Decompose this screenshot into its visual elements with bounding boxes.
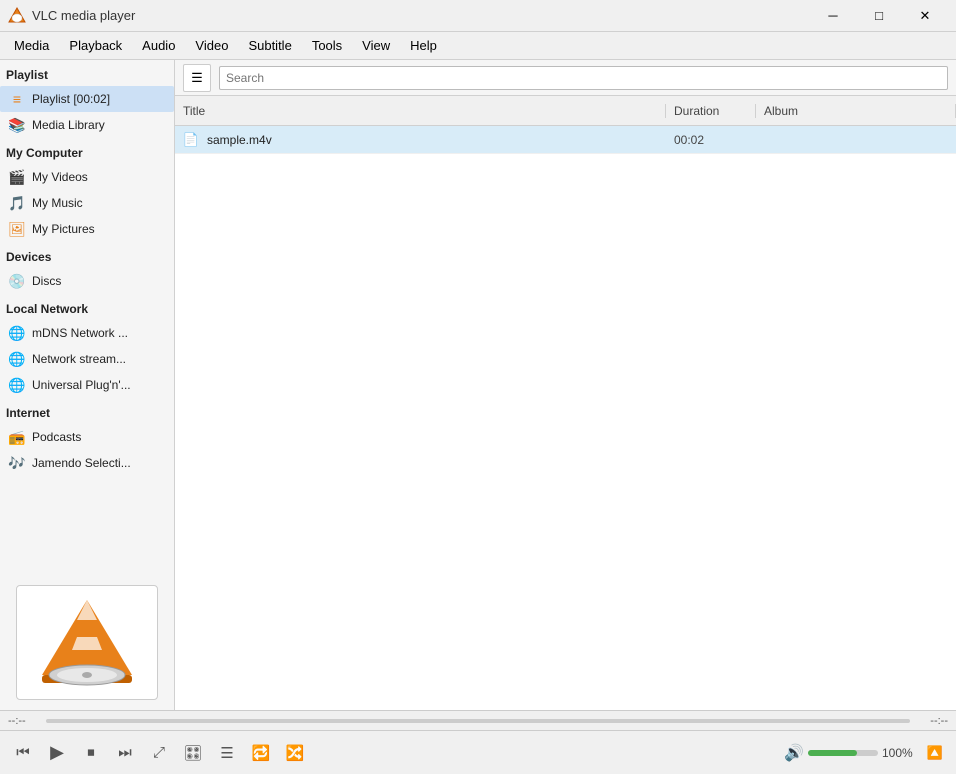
maximize-button[interactable]: □ bbox=[856, 0, 902, 32]
my-pictures-icon: 🖼 bbox=[8, 220, 26, 238]
controls-bar: ⏮ ▶ ⏹ ⏭ ⤢ 🎛 ☰ 🔁 🔀 🔊 100% 🔼 bbox=[0, 730, 956, 774]
menu-audio[interactable]: Audio bbox=[132, 34, 185, 57]
sidebar-item-label: Network stream... bbox=[32, 352, 126, 366]
view-toggle-button[interactable]: ☰ bbox=[183, 64, 211, 92]
my-music-icon: 🎵 bbox=[8, 194, 26, 212]
discs-icon: 💿 bbox=[8, 272, 26, 290]
sidebar-item-label: Podcasts bbox=[32, 430, 81, 444]
seek-time-remaining: --:-- bbox=[916, 715, 948, 727]
sidebar-item-podcasts[interactable]: 📻 Podcasts bbox=[0, 424, 174, 450]
section-label-devices: Devices bbox=[0, 242, 174, 268]
volume-slider[interactable] bbox=[808, 750, 878, 756]
seek-bar-track[interactable] bbox=[46, 719, 910, 723]
section-label-internet: Internet bbox=[0, 398, 174, 424]
vlc-cone-svg bbox=[32, 595, 142, 690]
playlist-panel: ☰ Title Duration Album 📄 sample.m4v 00:0… bbox=[175, 60, 956, 710]
sidebar-item-label: Playlist [00:02] bbox=[32, 92, 110, 106]
loop-button[interactable]: 🔁 bbox=[246, 738, 276, 768]
volume-label: 100% bbox=[882, 746, 918, 760]
file-icon: 📄 bbox=[179, 132, 203, 148]
sidebar-item-my-music[interactable]: 🎵 My Music bbox=[0, 190, 174, 216]
seek-time-elapsed: --:-- bbox=[8, 715, 40, 727]
menu-video[interactable]: Video bbox=[185, 34, 238, 57]
sidebar-item-discs[interactable]: 💿 Discs bbox=[0, 268, 174, 294]
list-view-icon: ☰ bbox=[191, 70, 203, 86]
previous-button[interactable]: ⏮ bbox=[8, 738, 38, 768]
col-header-title: Title bbox=[175, 104, 666, 118]
network-stream-icon: 🌐 bbox=[8, 350, 26, 368]
window-controls: ─ □ ✕ bbox=[810, 0, 948, 32]
jamendo-icon: 🎶 bbox=[8, 454, 26, 472]
sidebar-item-label: My Pictures bbox=[32, 222, 95, 236]
next-button[interactable]: ⏭ bbox=[110, 738, 140, 768]
sidebar-item-label: My Music bbox=[32, 196, 83, 210]
sidebar-item-label: Universal Plug'n'... bbox=[32, 378, 131, 392]
sidebar-item-upnp[interactable]: 🌐 Universal Plug'n'... bbox=[0, 372, 174, 398]
volume-icon: 🔊 bbox=[784, 743, 804, 763]
menu-subtitle[interactable]: Subtitle bbox=[238, 34, 301, 57]
table-header: Title Duration Album bbox=[175, 96, 956, 126]
sidebar-item-playlist[interactable]: ≡ Playlist [00:02] bbox=[0, 86, 174, 112]
col-header-album: Album bbox=[756, 104, 956, 118]
menu-playback[interactable]: Playback bbox=[59, 34, 132, 57]
window-title: VLC media player bbox=[32, 8, 810, 23]
menu-view[interactable]: View bbox=[352, 34, 400, 57]
fullscreen-button[interactable]: ⤢ bbox=[144, 738, 174, 768]
col-header-duration: Duration bbox=[666, 104, 756, 118]
minimize-button[interactable]: ─ bbox=[810, 0, 856, 32]
vlc-thumbnail bbox=[16, 585, 158, 700]
playlist-button[interactable]: ☰ bbox=[212, 738, 242, 768]
close-button[interactable]: ✕ bbox=[902, 0, 948, 32]
section-label-local-network: Local Network bbox=[0, 294, 174, 320]
sidebar-item-mdns[interactable]: 🌐 mDNS Network ... bbox=[0, 320, 174, 346]
podcasts-icon: 📻 bbox=[8, 428, 26, 446]
playlist-icon: ≡ bbox=[8, 90, 26, 108]
sidebar-item-label: Media Library bbox=[32, 118, 105, 132]
table-body: 📄 sample.m4v 00:02 bbox=[175, 126, 956, 710]
app-icon bbox=[8, 7, 26, 25]
seek-bar-area: --:-- --:-- bbox=[0, 710, 956, 730]
sidebar-item-jamendo[interactable]: 🎶 Jamendo Selecti... bbox=[0, 450, 174, 476]
random-button[interactable]: 🔀 bbox=[280, 738, 310, 768]
sidebar-item-media-library[interactable]: 📚 Media Library bbox=[0, 112, 174, 138]
volume-bar-fill bbox=[808, 750, 857, 756]
mdns-icon: 🌐 bbox=[8, 324, 26, 342]
row-duration: 00:02 bbox=[666, 133, 756, 147]
my-videos-icon: 🎬 bbox=[8, 168, 26, 186]
search-input[interactable] bbox=[219, 66, 948, 90]
menu-media[interactable]: Media bbox=[4, 34, 59, 57]
menu-help[interactable]: Help bbox=[400, 34, 447, 57]
sidebar-item-my-videos[interactable]: 🎬 My Videos bbox=[0, 164, 174, 190]
title-bar: VLC media player ─ □ ✕ bbox=[0, 0, 956, 32]
sidebar-item-label: My Videos bbox=[32, 170, 88, 184]
sidebar-item-label: Jamendo Selecti... bbox=[32, 456, 131, 470]
play-button[interactable]: ▶ bbox=[42, 738, 72, 768]
section-label-mycomputer: My Computer bbox=[0, 138, 174, 164]
sidebar: Playlist ≡ Playlist [00:02] 📚 Media Libr… bbox=[0, 60, 175, 710]
row-title: sample.m4v bbox=[203, 133, 666, 147]
table-row[interactable]: 📄 sample.m4v 00:02 bbox=[175, 126, 956, 154]
section-label-playlist: Playlist bbox=[0, 60, 174, 86]
extra-button[interactable]: 🔼 bbox=[922, 740, 948, 766]
menu-bar: Media Playback Audio Video Subtitle Tool… bbox=[0, 32, 956, 60]
main-area: Playlist ≡ Playlist [00:02] 📚 Media Libr… bbox=[0, 60, 956, 710]
sidebar-item-label: mDNS Network ... bbox=[32, 326, 128, 340]
extended-settings-button[interactable]: 🎛 bbox=[178, 738, 208, 768]
upnp-icon: 🌐 bbox=[8, 376, 26, 394]
sidebar-scroll: Playlist ≡ Playlist [00:02] 📚 Media Libr… bbox=[0, 60, 174, 575]
playlist-search-header: ☰ bbox=[175, 60, 956, 96]
menu-tools[interactable]: Tools bbox=[302, 34, 352, 57]
media-library-icon: 📚 bbox=[8, 116, 26, 134]
sidebar-item-network-stream[interactable]: 🌐 Network stream... bbox=[0, 346, 174, 372]
sidebar-item-my-pictures[interactable]: 🖼 My Pictures bbox=[0, 216, 174, 242]
stop-button[interactable]: ⏹ bbox=[76, 738, 106, 768]
sidebar-item-label: Discs bbox=[32, 274, 61, 288]
